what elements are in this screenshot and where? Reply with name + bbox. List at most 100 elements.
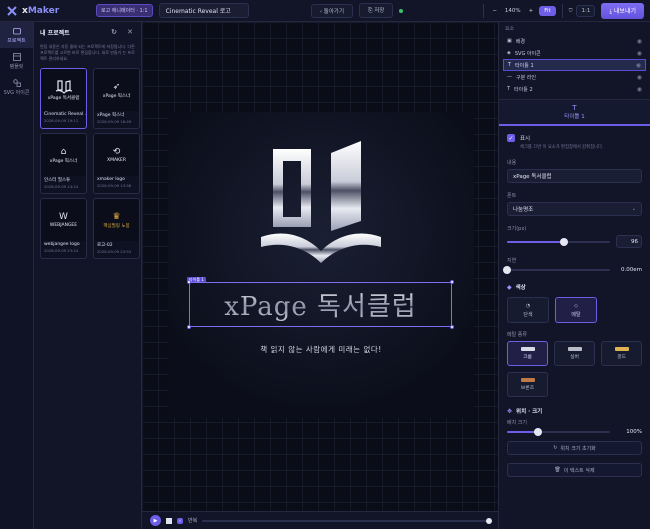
size-input[interactable]: 96	[616, 235, 642, 248]
timeline-track[interactable]	[202, 517, 492, 524]
image-icon: ▣	[507, 38, 512, 44]
project-date: 2026-09-09 13:58	[97, 183, 132, 188]
layer-item[interactable]: ▣ 배경 ◉	[499, 35, 650, 47]
loop-checkbox[interactable]: ✓	[177, 517, 183, 524]
resize-handle[interactable]	[187, 325, 191, 329]
tab-label: 타이틀 1	[564, 114, 585, 120]
divider	[483, 3, 485, 18]
save-label: 저장	[374, 8, 385, 14]
delay-slider[interactable]	[503, 266, 610, 274]
size-label: 크기(px)	[507, 226, 527, 232]
timeline-scrubber[interactable]	[486, 517, 492, 524]
layer-item[interactable]: ◈ SVG 아이콘 ◉	[499, 47, 650, 59]
project-card[interactable]: ♛ 핵심필링 노봉 로고-02 2026-09-09 23:53	[93, 198, 140, 259]
ratio-button[interactable]: 1:1	[576, 4, 596, 17]
editor-canvas[interactable]: 타이틀 1 xPage 독서클럽 책 읽지 않는 사람에게 미래는 없다!	[142, 22, 498, 511]
size-slider[interactable]	[507, 237, 610, 246]
fit-button[interactable]: Fit	[539, 5, 556, 16]
tab-title-1[interactable]: T 타이틀 1	[499, 100, 650, 126]
diamond-icon: ◇	[574, 302, 578, 309]
metal-label: 실버	[570, 355, 579, 360]
stop-button[interactable]	[166, 517, 172, 524]
rail-item-projects[interactable]: 프로젝트	[0, 22, 33, 48]
layer-label: 구분 라인	[516, 74, 536, 81]
slider-knob[interactable]	[503, 266, 511, 274]
resize-handle[interactable]	[450, 280, 454, 284]
zoom-in-button[interactable]: +	[529, 8, 534, 14]
w-icon: W	[59, 212, 68, 222]
zoom-out-button[interactable]: −	[492, 8, 497, 14]
app-logo[interactable]: xMaker	[0, 5, 96, 17]
eye-icon[interactable]: ◉	[637, 50, 642, 57]
export-button[interactable]: ⤓ 내보내기	[601, 2, 644, 19]
eye-icon[interactable]: ◉	[636, 62, 641, 69]
back-label: 돌아가기	[323, 8, 345, 15]
refresh-icon[interactable]: ↻	[109, 27, 119, 37]
project-card[interactable]: ⟲ XMAKER xmaker logo 2026-09-09 13:58	[93, 133, 140, 194]
solid-color-button[interactable]: ◔ 단색	[507, 297, 549, 323]
eye-icon[interactable]: ◉	[637, 86, 642, 93]
divider	[561, 3, 563, 18]
scale-slider[interactable]	[507, 428, 610, 436]
app-name: xMaker	[22, 6, 59, 16]
slogan-text[interactable]: 책 읽지 않는 사람에게 미래는 없다!	[168, 344, 474, 355]
rail-item-svg-icons[interactable]: SVG 아이콘	[0, 74, 33, 100]
scale-value: 100%	[626, 429, 642, 435]
text-icon: T	[508, 62, 512, 68]
move-icon: ✥	[507, 407, 513, 415]
metal-option-silver[interactable]: 실버	[554, 341, 595, 366]
project-card[interactable]: xPage 독서클럽 Cinematic Reveal ... 2026-09-…	[40, 68, 87, 129]
reset-icon: ↻	[553, 445, 558, 451]
xmaker-icon: ⟲	[112, 147, 121, 157]
project-name: 인스터 필스튜	[44, 178, 71, 183]
document-title[interactable]: Cinematic Reveal 로고	[158, 3, 249, 18]
close-icon[interactable]: ✕	[125, 27, 135, 37]
metal-label: 골드	[617, 355, 626, 360]
metal-color-button[interactable]: ◇ 메탈	[555, 297, 597, 323]
reset-position-button[interactable]: ↻ 위치 크기 초기화	[507, 441, 642, 455]
projects-panel: 내 프로젝트 ↻ ✕ 편집 내용은 자동 몰래 되는 프로젝트에 저장됩니다. …	[34, 22, 142, 529]
project-thumbnail: W WEBJANGEE	[41, 199, 86, 241]
swatch	[614, 347, 629, 351]
project-card[interactable]: ➶ xPage 픽스너 xPage 픽스너 2026-09-09 16:49	[93, 68, 140, 129]
resize-handle[interactable]	[450, 325, 454, 329]
rail-item-templates[interactable]: 템플릿	[0, 48, 33, 74]
artboard[interactable]: 타이틀 1 xPage 독서클럽 책 읽지 않는 사람에게 미래는 없다!	[168, 112, 474, 418]
content-label: 내용	[507, 160, 517, 166]
eye-icon[interactable]: ◉	[637, 74, 642, 81]
slider-knob[interactable]	[533, 428, 542, 436]
shapes-icon	[12, 78, 21, 87]
layer-item[interactable]: T 타이틀 2 ◉	[499, 83, 650, 95]
save-button[interactable]: ⎘ 저장	[359, 3, 394, 18]
back-button[interactable]: ‹ 돌아가기	[310, 3, 354, 18]
metal-option-chrome[interactable]: 크롬	[507, 341, 548, 366]
metal-option-bronze[interactable]: 브론즈	[507, 372, 548, 397]
metal-option-gold[interactable]: 골드	[601, 341, 642, 366]
book-icon[interactable]	[261, 139, 381, 264]
delete-text-button[interactable]: 🗑 이 텍스트 삭제	[507, 463, 642, 477]
content-input[interactable]: xPage 독서클럽	[507, 169, 642, 183]
project-card[interactable]: ⌂ xPage 픽스너 인스터 필스튜 2026-09-09 14:24	[40, 133, 87, 194]
metal-options: 크롬 실버 골드 브론즈	[499, 341, 650, 397]
position-section-header: ✥ 위치 · 크기	[499, 397, 650, 419]
color-mode-label: 단색	[523, 311, 533, 318]
layer-label: 배경	[515, 38, 525, 45]
play-button[interactable]: ▶	[150, 515, 161, 526]
slider-knob[interactable]	[559, 237, 568, 246]
chevron-down-icon: ⌄	[631, 206, 636, 212]
layer-item[interactable]: T 타이틀 1 ◉	[503, 59, 646, 71]
selection-box[interactable]	[187, 280, 454, 329]
eye-icon[interactable]: ◉	[637, 38, 642, 45]
metal-type-label: 메탈 종류	[507, 332, 527, 338]
project-card[interactable]: W WEBJANGEE webjangee logo 2026-09-09 23…	[40, 198, 87, 259]
properties-panel: 요소 ▣ 배경 ◉ ◈ SVG 아이콘 ◉ T 타이틀 1 ◉ — 구분 라인 ◉ T 타이틀 2…	[498, 22, 650, 529]
show-checkbox[interactable]: ✓	[507, 134, 515, 142]
project-thumbnail: xPage 독서클럽	[41, 69, 86, 111]
layer-item[interactable]: — 구분 라인 ◉	[499, 71, 650, 83]
projects-description: 편집 내용은 자동 몰래 되는 프로젝트에 저장됩니다. 다른 프로젝트를 고르…	[40, 44, 135, 61]
color-title: 색상	[515, 285, 526, 291]
resize-handle[interactable]	[187, 280, 191, 284]
metal-label: 크롬	[523, 355, 532, 360]
font-select[interactable]: 나눔명조 ⌄	[507, 202, 642, 216]
lock-icon[interactable]: ⛉	[569, 8, 573, 14]
